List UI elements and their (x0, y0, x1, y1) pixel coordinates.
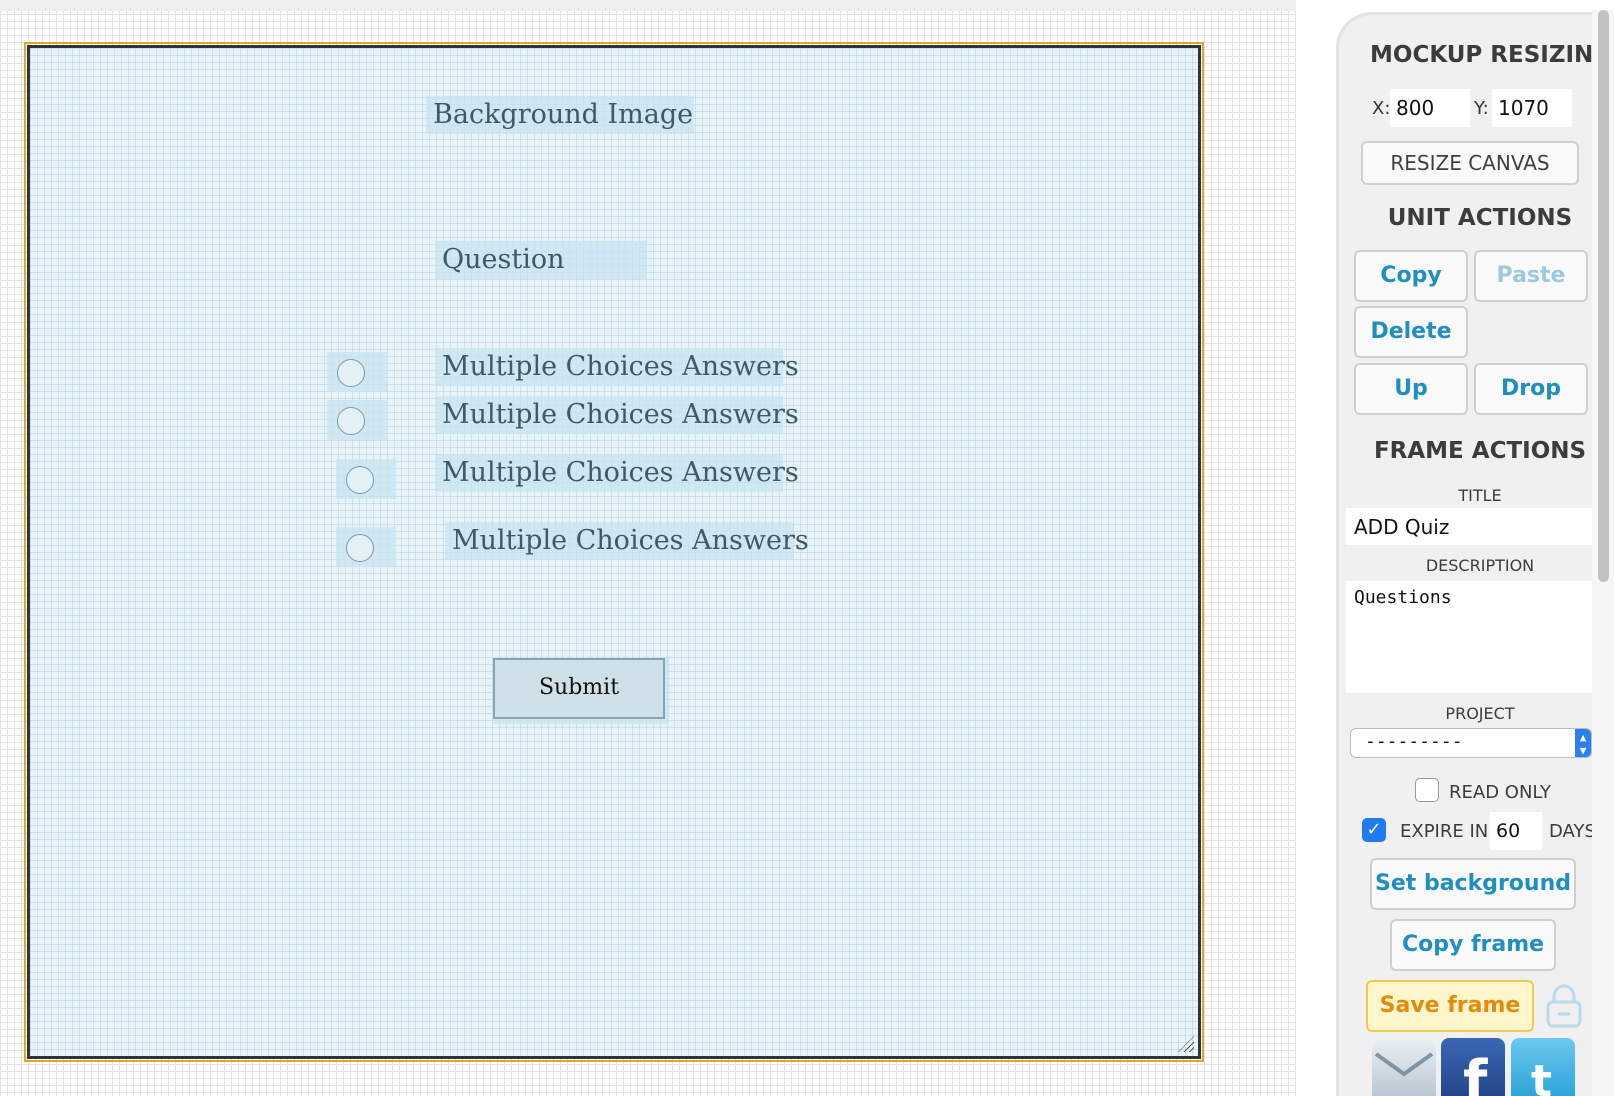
select-arrows-icon: ▲ ▼ (1575, 729, 1591, 757)
submit-button[interactable]: Submit (493, 658, 665, 719)
radio-circle[interactable] (337, 359, 365, 387)
answer-radio-2[interactable] (327, 400, 387, 440)
background-image-label[interactable]: Background Image (426, 96, 694, 134)
mockup-frame-selection[interactable]: Background Image Question Multiple Choic… (24, 42, 1204, 1062)
answer-label-4[interactable]: Multiple Choices Answers (445, 522, 809, 560)
checkmark-icon: ✓ (1366, 819, 1382, 840)
answer-radio-3[interactable] (336, 459, 396, 499)
facebook-icon[interactable]: f (1441, 1038, 1505, 1096)
top-strip (0, 0, 1296, 11)
copy-button[interactable]: Copy (1354, 250, 1468, 302)
radio-circle[interactable] (346, 534, 374, 562)
y-input[interactable] (1492, 89, 1572, 127)
question-label[interactable]: Question (435, 241, 647, 279)
frame-actions-heading: FRAME ACTIONS (1373, 438, 1587, 464)
title-input[interactable] (1346, 508, 1592, 545)
drop-button[interactable]: Drop (1474, 363, 1588, 415)
email-icon[interactable] (1372, 1040, 1436, 1096)
canvas-workspace[interactable]: Background Image Question Multiple Choic… (0, 0, 1296, 1096)
set-background-button[interactable]: Set background (1370, 858, 1576, 910)
project-select-value: --------- (1365, 731, 1463, 752)
save-frame-button[interactable]: Save frame (1366, 980, 1534, 1032)
radio-circle[interactable] (346, 466, 374, 494)
expire-checkbox[interactable]: ✓ (1362, 818, 1386, 842)
unit-actions-heading: UNIT ACTIONS (1387, 205, 1573, 231)
mockup-frame[interactable]: Background Image Question Multiple Choic… (27, 45, 1201, 1059)
resize-grip-icon[interactable] (1178, 1036, 1194, 1052)
read-only-label: READ ONLY (1449, 782, 1552, 803)
y-label: Y: (1474, 98, 1489, 119)
title-label: TITLE (1458, 486, 1502, 505)
x-input[interactable] (1390, 89, 1470, 127)
scrollbar-thumb[interactable] (1598, 10, 1609, 582)
copy-frame-button[interactable]: Copy frame (1390, 919, 1556, 971)
lock-icon[interactable] (1544, 984, 1584, 1028)
project-select[interactable]: --------- ▲ ▼ (1350, 728, 1592, 758)
x-label: X: (1372, 98, 1391, 119)
paste-button[interactable]: Paste (1474, 250, 1588, 302)
mockup-resizing-heading: MOCKUP RESIZING (1370, 42, 1613, 68)
up-button[interactable]: Up (1354, 363, 1468, 415)
description-label: DESCRIPTION (1425, 556, 1535, 575)
submit-unit[interactable]: Submit (493, 658, 669, 724)
radio-circle[interactable] (337, 407, 365, 435)
answer-radio-1[interactable] (327, 352, 387, 392)
delete-button[interactable]: Delete (1354, 306, 1468, 358)
expire-in-label: EXPIRE IN (1400, 821, 1489, 842)
answer-label-3[interactable]: Multiple Choices Answers (435, 454, 799, 492)
answer-label-2[interactable]: Multiple Choices Answers (435, 396, 799, 434)
read-only-checkbox[interactable] (1415, 778, 1439, 802)
expire-days-input[interactable] (1490, 812, 1542, 850)
days-label: DAYS (1549, 821, 1592, 842)
twitter-icon[interactable]: t (1511, 1038, 1575, 1096)
answer-radio-4[interactable] (336, 527, 396, 567)
svg-text:f: f (1463, 1049, 1488, 1096)
project-label: PROJECT (1445, 704, 1515, 723)
svg-text:t: t (1531, 1056, 1552, 1096)
answer-label-1[interactable]: Multiple Choices Answers (435, 348, 799, 386)
resize-canvas-button[interactable]: RESIZE CANVAS (1361, 141, 1579, 185)
panel-scrollbar[interactable] (1592, 10, 1614, 1096)
description-textarea[interactable]: Questions (1346, 581, 1592, 693)
